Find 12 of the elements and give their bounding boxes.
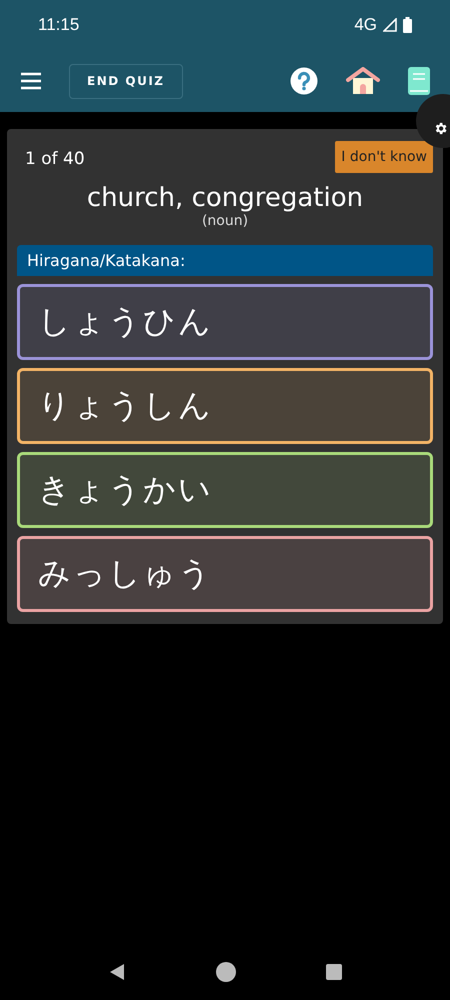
answer-header: Hiragana/Katakana: [17, 245, 433, 276]
prompt-word: church, congregation [86, 183, 364, 213]
progress-counter: 1 of 40 [25, 149, 85, 169]
network-label: 4G [354, 15, 377, 35]
answer-option[interactable]: しょうひん [17, 284, 433, 360]
answer-option[interactable]: みっしゅう [17, 536, 433, 612]
dont-know-button[interactable]: I don't know [335, 141, 433, 173]
end-quiz-button[interactable]: END QUIZ [69, 64, 182, 98]
status-time: 11:15 [38, 15, 80, 35]
answer-option[interactable]: りょうしん [17, 368, 433, 444]
part-of-speech: (noun) [200, 213, 250, 229]
answer-option[interactable]: きょうかい [17, 452, 433, 528]
